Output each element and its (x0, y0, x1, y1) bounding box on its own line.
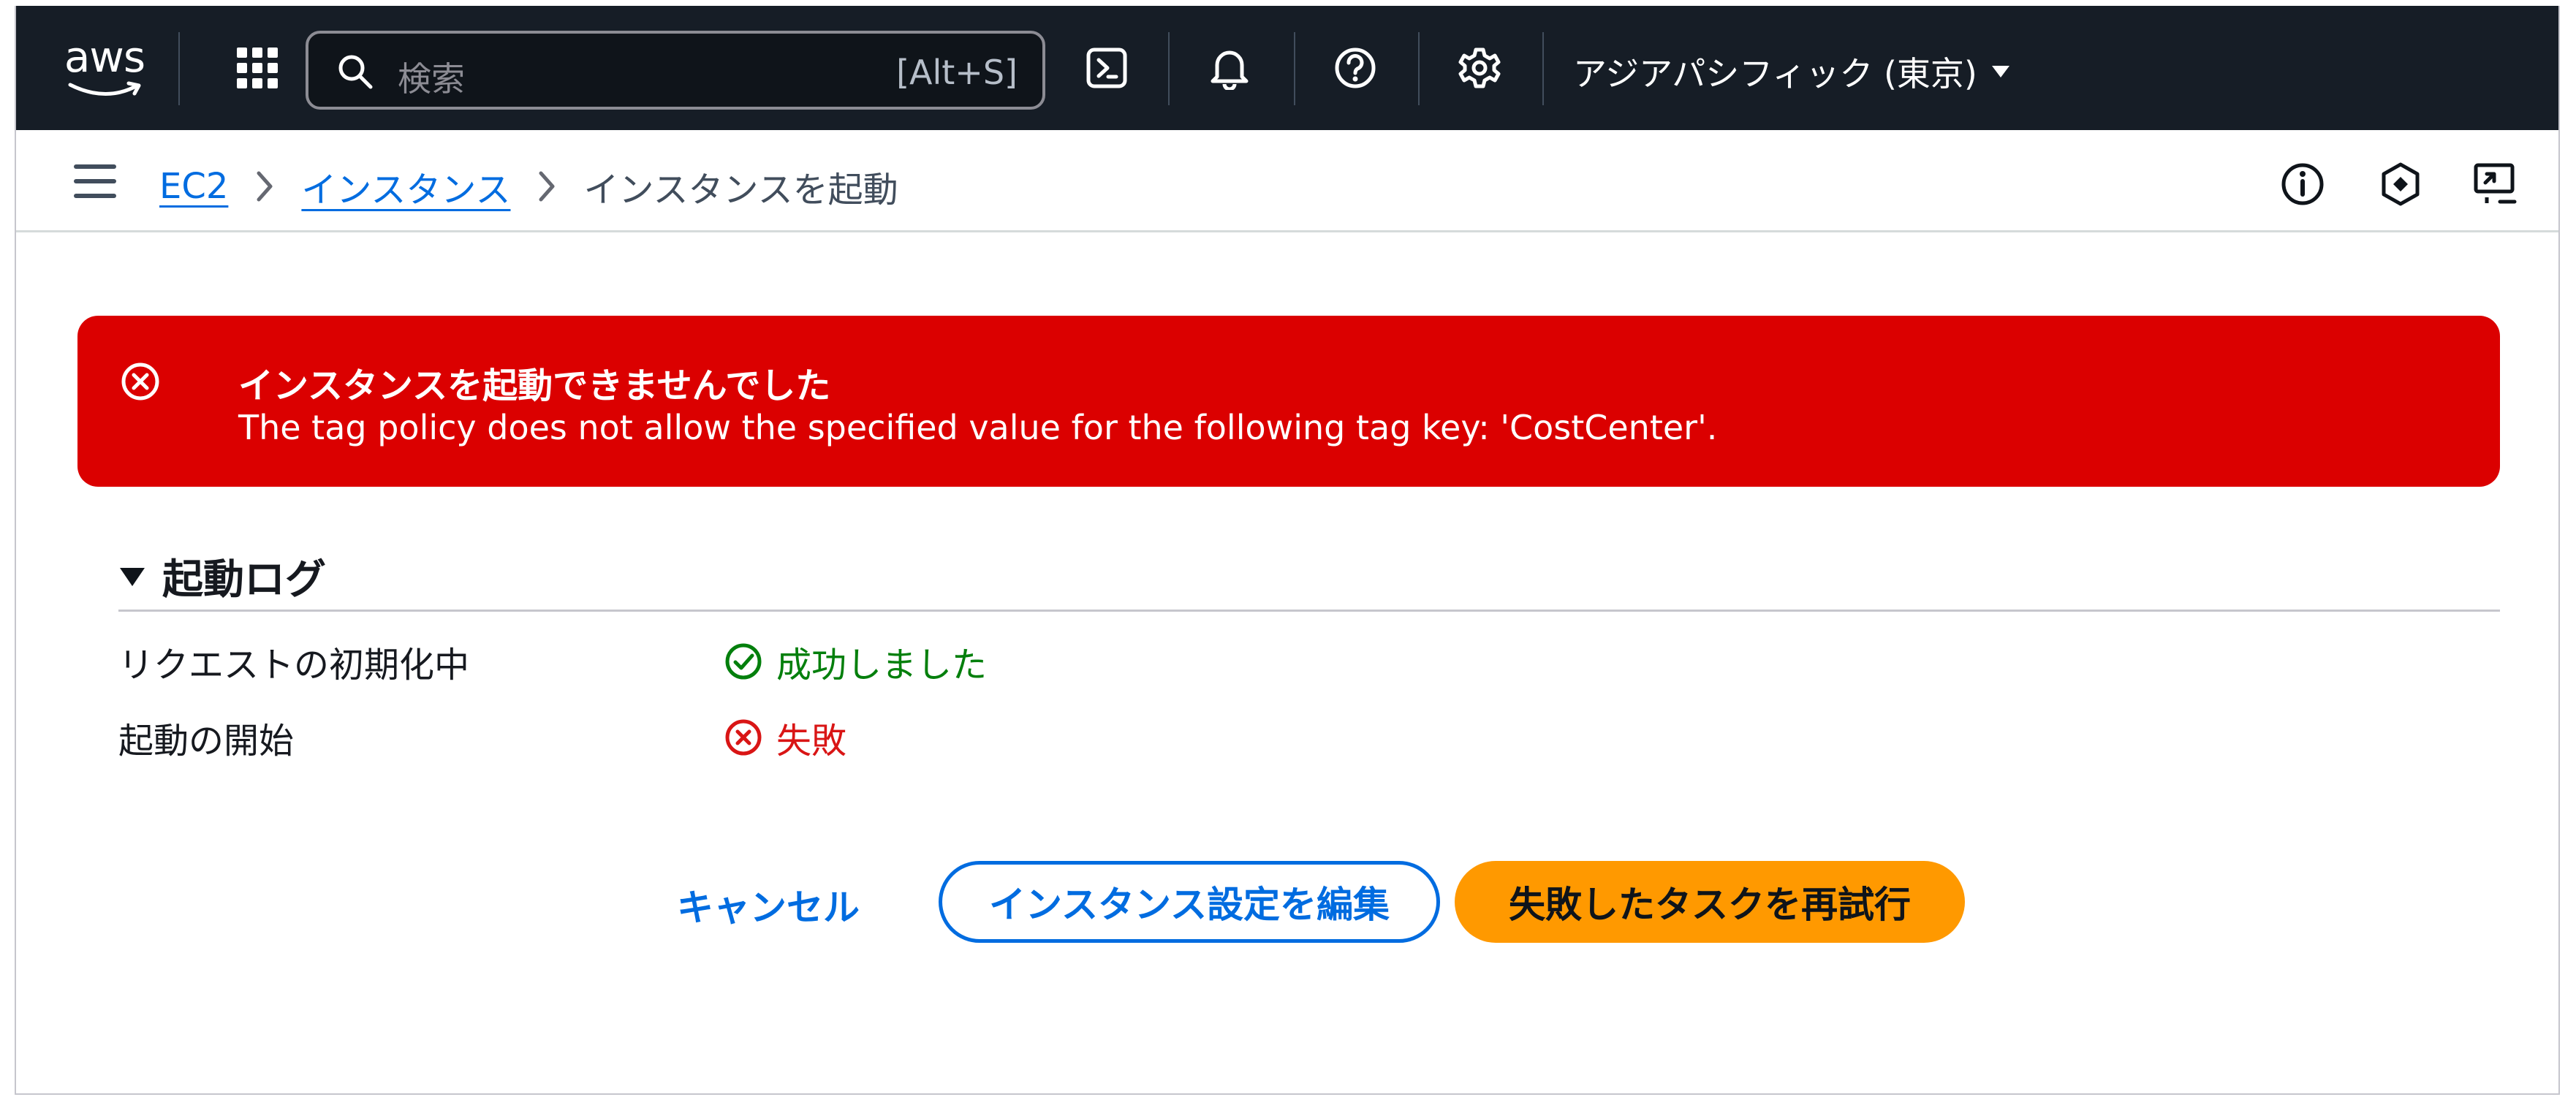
region-selector[interactable]: アジアパシフィック (東京) (1573, 48, 2011, 96)
log-row-label: 起動の開始 (118, 721, 295, 762)
retry-failed-tasks-button[interactable]: 失敗したタスクを再試行 (1455, 861, 1965, 943)
alert-message: The tag policy does not allow the specif… (238, 408, 1718, 447)
search-placeholder: 検索 (398, 59, 465, 99)
chevron-right-icon (537, 170, 557, 202)
breadcrumb-instances[interactable]: インスタンス (301, 161, 510, 212)
divider (118, 610, 2500, 612)
error-icon (121, 362, 159, 401)
breadcrumb: EC2 インスタンス インスタンスを起動 (159, 161, 898, 212)
info-icon[interactable] (2279, 161, 2326, 208)
breadcrumb-ec2[interactable]: EC2 (159, 166, 228, 207)
nav-divider (1168, 32, 1170, 105)
alert-title: インスタンスを起動できませんでした (238, 365, 831, 406)
error-alert: インスタンスを起動できませんでした The tag policy does no… (77, 316, 2500, 487)
top-navigation: aws 検索 [Alt+S] アジアパシフィック (東京) (16, 6, 2558, 130)
apps-grid-icon[interactable] (228, 39, 287, 97)
help-icon[interactable] (1326, 39, 1384, 97)
edit-instance-settings-button[interactable]: インスタンス設定を編集 (939, 861, 1440, 943)
nav-divider (1418, 32, 1420, 105)
chevron-right-icon (254, 170, 275, 202)
app-frame: aws 検索 [Alt+S] アジアパシフィック (東京) EC2 インスタンス… (15, 6, 2560, 1095)
breadcrumb-bar: EC2 インスタンス インスタンスを起動 (16, 130, 2558, 232)
search-shortcut: [Alt+S] (896, 53, 1018, 92)
nav-divider (178, 32, 180, 105)
success-check-icon (725, 643, 762, 680)
launch-log-toggle[interactable]: 起動ログ (118, 547, 326, 606)
hexagon-settings-icon[interactable] (2377, 161, 2424, 208)
error-icon (725, 719, 762, 756)
feedback-screen-icon[interactable] (2472, 161, 2519, 208)
region-label: アジアパシフィック (東京) (1573, 54, 1977, 94)
launch-log-heading: 起動ログ (162, 556, 326, 604)
bell-icon[interactable] (1200, 39, 1259, 97)
nav-divider (1542, 32, 1544, 105)
caret-down-icon (120, 567, 145, 586)
search-icon (338, 55, 373, 89)
cloudshell-icon[interactable] (1077, 39, 1136, 97)
gear-icon[interactable] (1450, 39, 1509, 97)
menu-icon[interactable] (72, 158, 118, 205)
nav-divider (1294, 32, 1295, 105)
log-row-status: 成功しました (724, 636, 987, 687)
caret-down-icon (1991, 66, 2009, 77)
log-row-label: リクエストの初期化中 (118, 645, 470, 686)
cancel-button[interactable]: キャンセル (677, 876, 860, 934)
aws-logo-text: aws (64, 32, 145, 82)
log-row-status: 失敗 (724, 712, 846, 763)
breadcrumb-current: インスタンスを起動 (583, 170, 898, 210)
status-text: 成功しました (776, 645, 988, 686)
status-text: 失敗 (776, 721, 847, 762)
aws-smile-icon (68, 81, 141, 96)
aws-logo[interactable]: aws (57, 35, 152, 101)
search-box[interactable]: 検索 [Alt+S] (306, 31, 1045, 110)
